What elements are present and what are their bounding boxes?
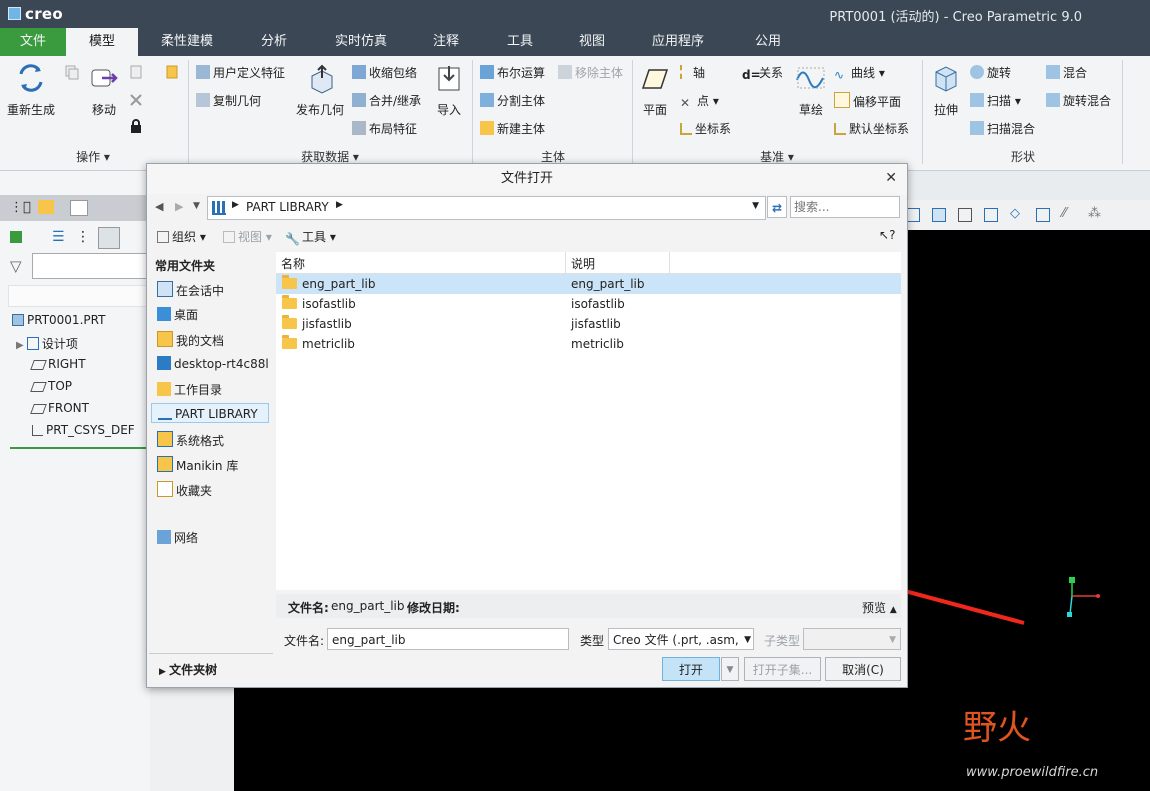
file-name: isofastlib: [282, 294, 356, 314]
file-description: metriclib: [571, 337, 624, 351]
file-name: eng_part_lib: [282, 274, 376, 294]
open-dropdown-icon[interactable]: ▼: [721, 657, 739, 681]
back-icon[interactable]: ◀: [155, 200, 163, 213]
file-list-header: 名称 说明: [276, 252, 901, 274]
part-library-icon: [158, 404, 172, 420]
forward-icon[interactable]: ▶: [175, 200, 183, 213]
tools-icon: 🔧: [285, 232, 300, 246]
part-library-icon: [212, 201, 226, 215]
column-divider[interactable]: [565, 252, 566, 273]
file-info-bar: 文件名: eng_part_lib 修改日期: 预览 ▲: [276, 594, 901, 618]
organize-icon: [157, 231, 169, 243]
column-name[interactable]: 名称: [281, 255, 305, 272]
help-icon[interactable]: ↖?: [879, 228, 895, 242]
view-menu[interactable]: 视图 ▾: [223, 228, 272, 245]
file-row[interactable]: isofastlib isofastlib: [276, 294, 901, 314]
info-name-value: eng_part_lib: [331, 599, 405, 613]
file-description: isofastlib: [571, 297, 625, 311]
desktop-icon: [157, 307, 171, 321]
column-description[interactable]: 说明: [571, 255, 595, 272]
file-list: 名称 说明 eng_part_lib eng_part_lib isofastl…: [276, 252, 901, 590]
filename-label: 文件名:: [284, 634, 325, 648]
refresh-icon[interactable]: ⇄: [767, 196, 787, 218]
cancel-button[interactable]: 取消(C): [825, 657, 901, 681]
file-description: eng_part_lib: [571, 277, 645, 291]
file-row[interactable]: eng_part_lib eng_part_lib: [276, 274, 901, 294]
folder-icon: [282, 335, 297, 349]
nav-my-documents[interactable]: 我的文档: [157, 331, 224, 349]
common-folders-header: 常用文件夹: [155, 259, 216, 273]
filename-input[interactable]: eng_part_lib: [327, 628, 569, 650]
subtype-label: 子类型: [764, 634, 801, 648]
open-subset-button[interactable]: 打开子集...: [744, 657, 821, 681]
dialog-bottom: 文件名: eng_part_lib 类型 Creo 文件 (.prt, .asm…: [147, 622, 907, 686]
preview-toggle[interactable]: 预览 ▲: [862, 599, 897, 616]
folder-icon: [282, 315, 297, 329]
chevron-up-icon: ▲: [889, 605, 897, 615]
chevron-down-icon: ▼: [889, 635, 896, 645]
file-row[interactable]: metriclib metriclib: [276, 334, 901, 354]
working-directory-icon: [157, 382, 171, 396]
common-folders-pane: 常用文件夹 在会话中 桌面 我的文档 desktop-rt4c88l 工作目录 …: [149, 252, 275, 682]
open-button[interactable]: 打开: [662, 657, 720, 681]
info-date-label: 修改日期:: [407, 601, 460, 615]
nav-in-session[interactable]: 在会话中: [157, 281, 224, 299]
documents-icon: [157, 331, 173, 347]
session-icon: [157, 281, 173, 297]
file-name: metriclib: [282, 334, 355, 354]
nav-part-library[interactable]: PART LIBRARY: [151, 403, 269, 423]
dialog-title: 文件打开: [147, 164, 907, 194]
file-name: jisfastlib: [282, 314, 352, 334]
nav-working-directory[interactable]: 工作目录: [157, 381, 222, 398]
column-divider[interactable]: [669, 252, 670, 273]
folder-icon: [282, 295, 297, 309]
view-icon: [223, 231, 235, 243]
tools-menu[interactable]: 🔧 工具 ▾: [285, 228, 336, 246]
chevron-down-icon: ▼: [744, 635, 751, 645]
history-dropdown-icon[interactable]: ▼: [193, 201, 200, 211]
close-icon[interactable]: ✕: [885, 170, 897, 186]
info-name-label: 文件名:: [288, 601, 329, 615]
search-input[interactable]: [790, 196, 900, 218]
organize-menu[interactable]: 组织 ▾: [157, 228, 206, 245]
favorites-icon: [157, 481, 173, 497]
system-formats-icon: [157, 431, 173, 447]
manikin-icon: [157, 456, 173, 472]
breadcrumb-separator-icon: ▶: [232, 200, 239, 210]
nav-favorites[interactable]: 收藏夹: [157, 481, 212, 499]
subtype-select[interactable]: ▼: [803, 628, 901, 650]
breadcrumb-separator-icon: ▶: [336, 200, 343, 210]
nav-system-formats[interactable]: 系统格式: [157, 431, 224, 449]
network-icon: [157, 530, 171, 544]
address-path[interactable]: PART LIBRARY: [246, 200, 329, 214]
type-select[interactable]: Creo 文件 (.prt, .asm, ▼: [608, 628, 754, 650]
nav-manikin-library[interactable]: Manikin 库: [157, 456, 238, 474]
file-open-dialog: 文件打开 ✕ ◀ ▶ ▼ ▶ PART LIBRARY ▶ ▼ ⇄ 组织 ▾ 视…: [146, 163, 908, 688]
address-bar[interactable]: ▶ PART LIBRARY ▶ ▼: [207, 196, 766, 220]
nav-computer[interactable]: desktop-rt4c88l: [157, 356, 269, 371]
nav-desktop[interactable]: 桌面: [157, 306, 198, 323]
file-description: jisfastlib: [571, 317, 621, 331]
address-dropdown-icon[interactable]: ▼: [752, 201, 759, 211]
type-label: 类型: [580, 634, 605, 648]
computer-icon: [157, 356, 171, 370]
file-row[interactable]: jisfastlib jisfastlib: [276, 314, 901, 334]
nav-network[interactable]: 网络: [157, 529, 198, 546]
folder-icon: [282, 275, 297, 289]
